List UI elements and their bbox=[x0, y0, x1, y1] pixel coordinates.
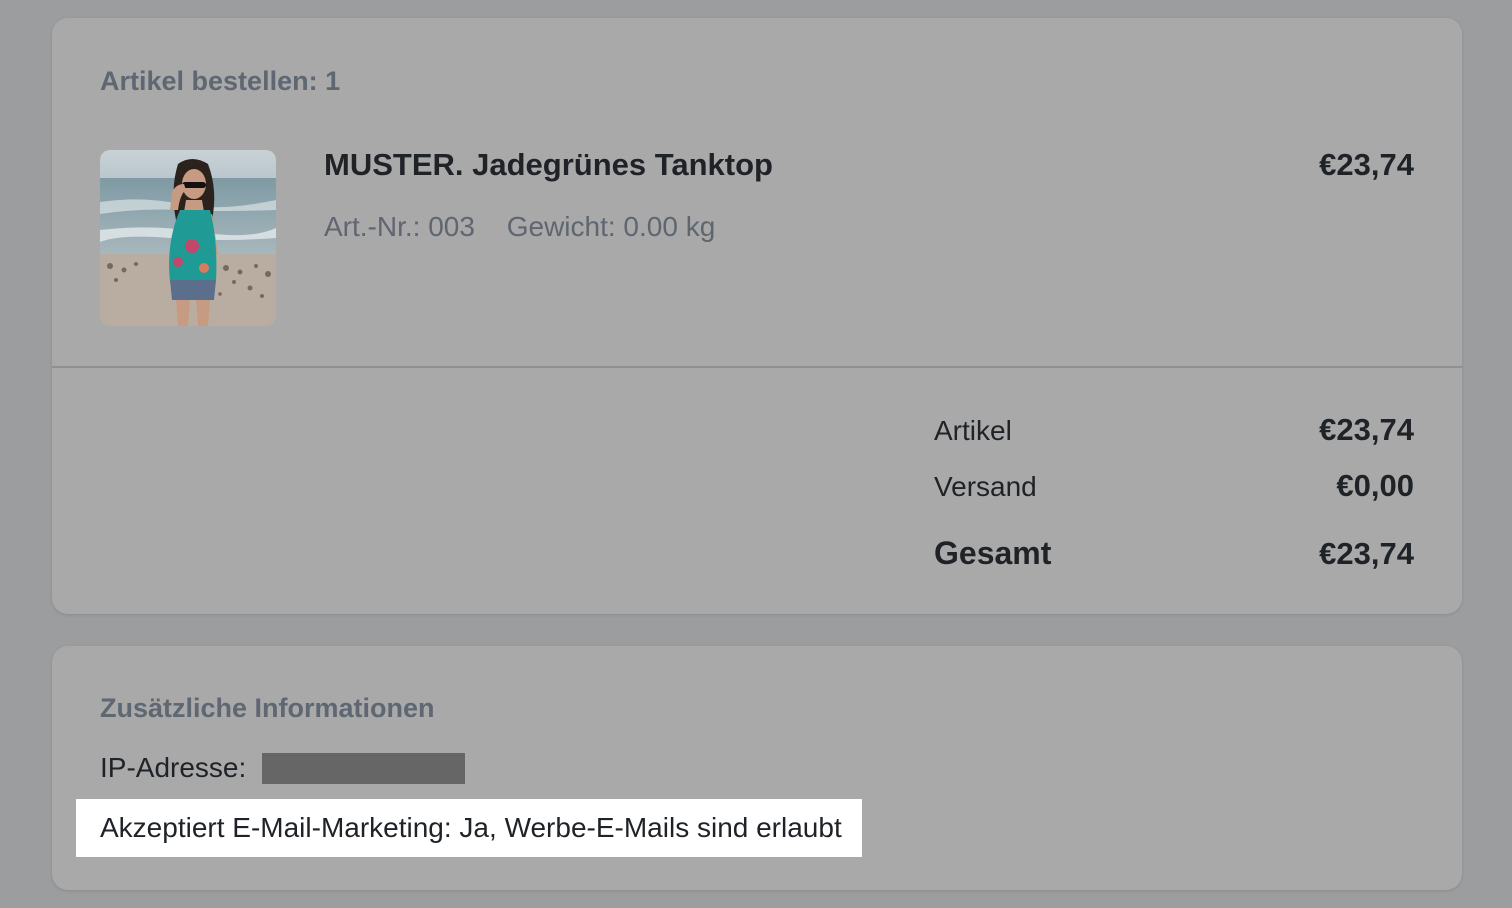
product-meta: Art.-Nr.: 003 Gewicht: 0.00 kg bbox=[324, 211, 715, 243]
product-name[interactable]: MUSTER. Jadegrünes Tanktop bbox=[324, 147, 773, 183]
ip-address-redacted bbox=[262, 752, 466, 784]
summary-items-value: €23,74 bbox=[1319, 412, 1414, 447]
additional-info-heading: Zusätzliche Informationen bbox=[100, 693, 435, 723]
order-items-card: Artikel bestellen: 1 MUSTER. Jadegrünes … bbox=[52, 18, 1462, 614]
product-price: €23,74 bbox=[1319, 147, 1414, 182]
summary-total-row: Gesamt €23,74 bbox=[934, 535, 1414, 572]
product-image[interactable] bbox=[100, 150, 276, 326]
summary-items-row: Artikel €23,74 bbox=[934, 412, 1414, 448]
product-sku: Art.-Nr.: 003 bbox=[324, 211, 475, 242]
section-divider bbox=[52, 366, 1462, 368]
ip-address-row: IP-Adresse: bbox=[100, 752, 466, 784]
order-items-heading: Artikel bestellen: 1 bbox=[100, 66, 341, 96]
additional-info-card: Zusätzliche Informationen IP-Adresse: Ak… bbox=[52, 646, 1462, 890]
product-weight: Gewicht: 0.00 kg bbox=[506, 211, 716, 242]
summary-shipping-value: €0,00 bbox=[1336, 468, 1414, 503]
product-photo bbox=[100, 150, 276, 326]
summary-shipping-label: Versand bbox=[934, 471, 1037, 502]
summary-items-label: Artikel bbox=[934, 415, 1012, 446]
ip-address-label: IP-Adresse: bbox=[100, 752, 247, 783]
summary-total-value: €23,74 bbox=[1319, 536, 1414, 571]
summary-total-label: Gesamt bbox=[934, 535, 1052, 571]
summary-shipping-row: Versand €0,00 bbox=[934, 468, 1414, 504]
email-marketing-consent: Akzeptiert E-Mail-Marketing: Ja, Werbe-E… bbox=[76, 799, 862, 857]
